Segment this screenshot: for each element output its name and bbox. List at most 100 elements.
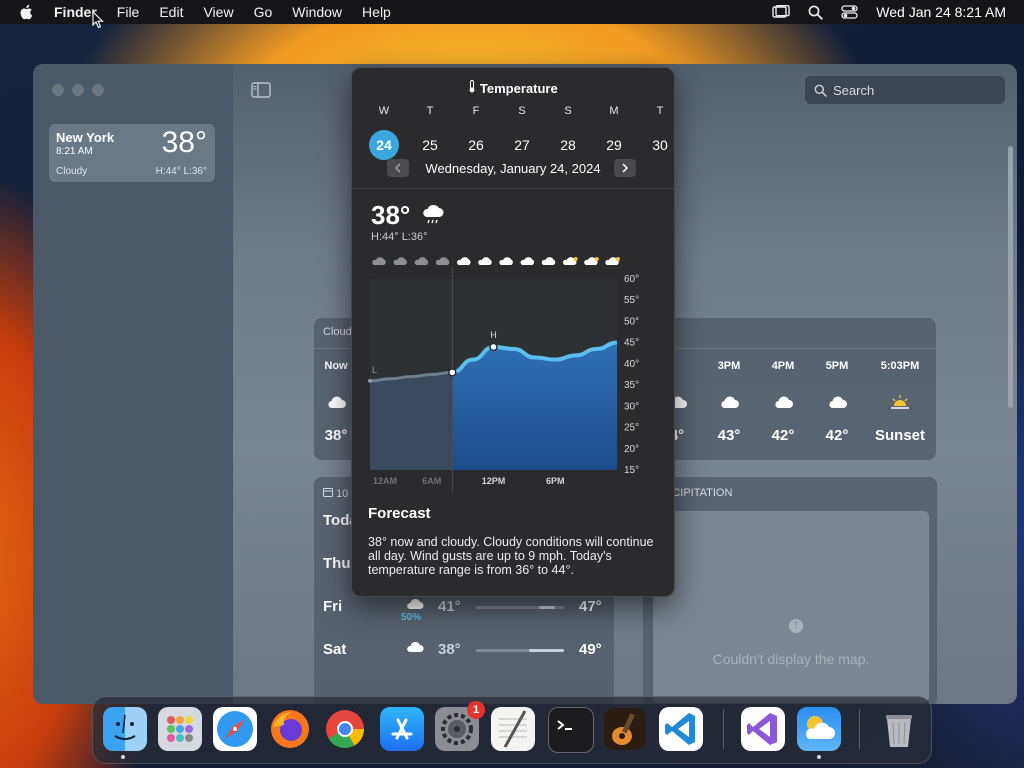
map-error-message: Couldn't display the map. [712, 651, 870, 667]
close-button[interactable] [52, 84, 64, 96]
finder-icon[interactable] [103, 707, 147, 751]
hour-label: 4PM [771, 360, 795, 372]
day-low: 38° [438, 641, 461, 658]
day-high: 47° [579, 598, 602, 615]
info-icon: ! [789, 619, 803, 633]
weekday-label: S [518, 105, 526, 117]
precip-chance: 50% [401, 612, 422, 623]
daily-row: Sat 38° 49° [323, 641, 607, 671]
notification-badge: 1 [467, 701, 485, 719]
daily-header: 10 [323, 487, 348, 500]
cloud-icon [457, 257, 471, 265]
cloud-icon [407, 641, 424, 652]
date-28[interactable]: 28 [553, 130, 583, 160]
date-29[interactable]: 29 [599, 130, 629, 160]
temp-range-bar [476, 649, 564, 652]
safari-icon[interactable] [213, 707, 257, 751]
cloud-icon [414, 257, 429, 265]
weekday-label: T [426, 105, 434, 117]
apple-logo-icon[interactable] [18, 3, 36, 21]
calendar-icon [323, 488, 333, 497]
menu-help[interactable]: Help [362, 4, 391, 20]
visual-studio-icon[interactable] [741, 707, 785, 751]
search-field[interactable]: Search [805, 76, 1005, 104]
menu-edit[interactable]: Edit [159, 4, 183, 20]
menu-go[interactable]: Go [254, 4, 273, 20]
current-hilo: H:44° L:36° [371, 231, 428, 243]
x-tick-label: 6PM [546, 476, 565, 486]
next-day-button[interactable] [614, 159, 636, 177]
y-tick-label: 45° [624, 338, 639, 349]
display-mirror-icon[interactable] [772, 5, 790, 19]
low-marker: L [372, 365, 377, 375]
temp-range-fill [528, 649, 564, 652]
cloud-icon [328, 396, 346, 408]
app-store-icon[interactable] [380, 707, 424, 751]
sun-icon [573, 257, 578, 261]
launchpad-icon[interactable] [158, 707, 202, 751]
sidebar-toggle-icon[interactable] [251, 82, 271, 98]
cloud-icon [393, 257, 407, 265]
hour-label: 5PM [825, 360, 849, 372]
thermometer-icon [469, 80, 475, 93]
cloud-icon [775, 396, 793, 408]
hour-label: 5:03PM [880, 360, 920, 372]
menu-finder[interactable]: Finder [54, 4, 97, 20]
textedit-icon[interactable] [491, 707, 535, 751]
temperature-popover: Temperature W 24 T 25 F 26 S 27 S 28 M 29 T 30 Wednes… [351, 67, 675, 597]
location-temp: 38° [161, 126, 207, 159]
day-low: 41° [438, 598, 461, 615]
search-placeholder: Search [833, 82, 875, 98]
temperature-chart[interactable]: H L 60° 55° 50° 45° 40° 35° 30° 25° 20° 15° 12AM 6AM 1… [352, 256, 674, 496]
current-point [448, 368, 457, 377]
firefox-icon[interactable] [268, 707, 312, 751]
spotlight-search-icon[interactable] [808, 5, 823, 20]
temp-range-bar [476, 606, 564, 609]
date-27[interactable]: 27 [507, 130, 537, 160]
forecast-area [452, 342, 617, 470]
menu-view[interactable]: View [203, 4, 233, 20]
hour-temp: 43° [717, 427, 741, 444]
vscode-icon[interactable] [659, 707, 703, 751]
high-marker: H [490, 330, 497, 340]
popover-title-text: Temperature [479, 81, 558, 96]
date-25[interactable]: 25 [415, 130, 445, 160]
low-point [368, 378, 372, 383]
date-26[interactable]: 26 [461, 130, 491, 160]
scrollbar[interactable] [1008, 146, 1013, 408]
y-tick-label: 35° [624, 380, 639, 391]
menu-file[interactable]: File [117, 4, 140, 20]
location-card-new-york[interactable]: New York 8:21 AM 38° Cloudy H:44° L:36° [49, 124, 215, 182]
hour-sunset: 5:03PM Sunset [870, 360, 930, 444]
minimize-button[interactable] [72, 84, 84, 96]
running-indicator [121, 755, 125, 759]
precip-map[interactable]: ! Couldn't display the map. [653, 511, 929, 703]
dock-separator [859, 709, 860, 749]
dock-separator [723, 709, 724, 749]
window-controls [52, 84, 104, 96]
x-tick-label: 12PM [482, 476, 506, 486]
y-tick-label: 50° [624, 316, 639, 327]
menu-clock[interactable]: Wed Jan 24 8:21 AM [876, 4, 1006, 20]
system-settings-icon[interactable]: 1 [435, 701, 485, 751]
trash-icon[interactable] [877, 707, 921, 751]
precipitation-panel: ECIPITATION ! Couldn't display the map. [643, 477, 937, 704]
garageband-icon[interactable] [603, 707, 647, 751]
date-24[interactable]: 24 [369, 130, 399, 160]
weekday-label: W [378, 105, 390, 117]
hourly-header: Cloud [323, 326, 352, 338]
menu-window[interactable]: Window [292, 4, 342, 20]
date-30[interactable]: 30 [645, 130, 675, 160]
day-high: 49° [579, 641, 602, 658]
location-condition: Cloudy [56, 166, 88, 177]
y-tick-label: 15° [624, 465, 639, 476]
control-center-icon[interactable] [841, 5, 858, 19]
current-temp: 38° [371, 200, 411, 230]
zoom-button[interactable] [92, 84, 104, 96]
weather-icon[interactable] [797, 707, 841, 751]
chrome-icon[interactable] [323, 707, 367, 751]
search-icon [814, 84, 827, 97]
terminal-icon[interactable] [548, 707, 594, 753]
day-name: Thu [323, 555, 351, 572]
weekday-label: S [564, 105, 572, 117]
